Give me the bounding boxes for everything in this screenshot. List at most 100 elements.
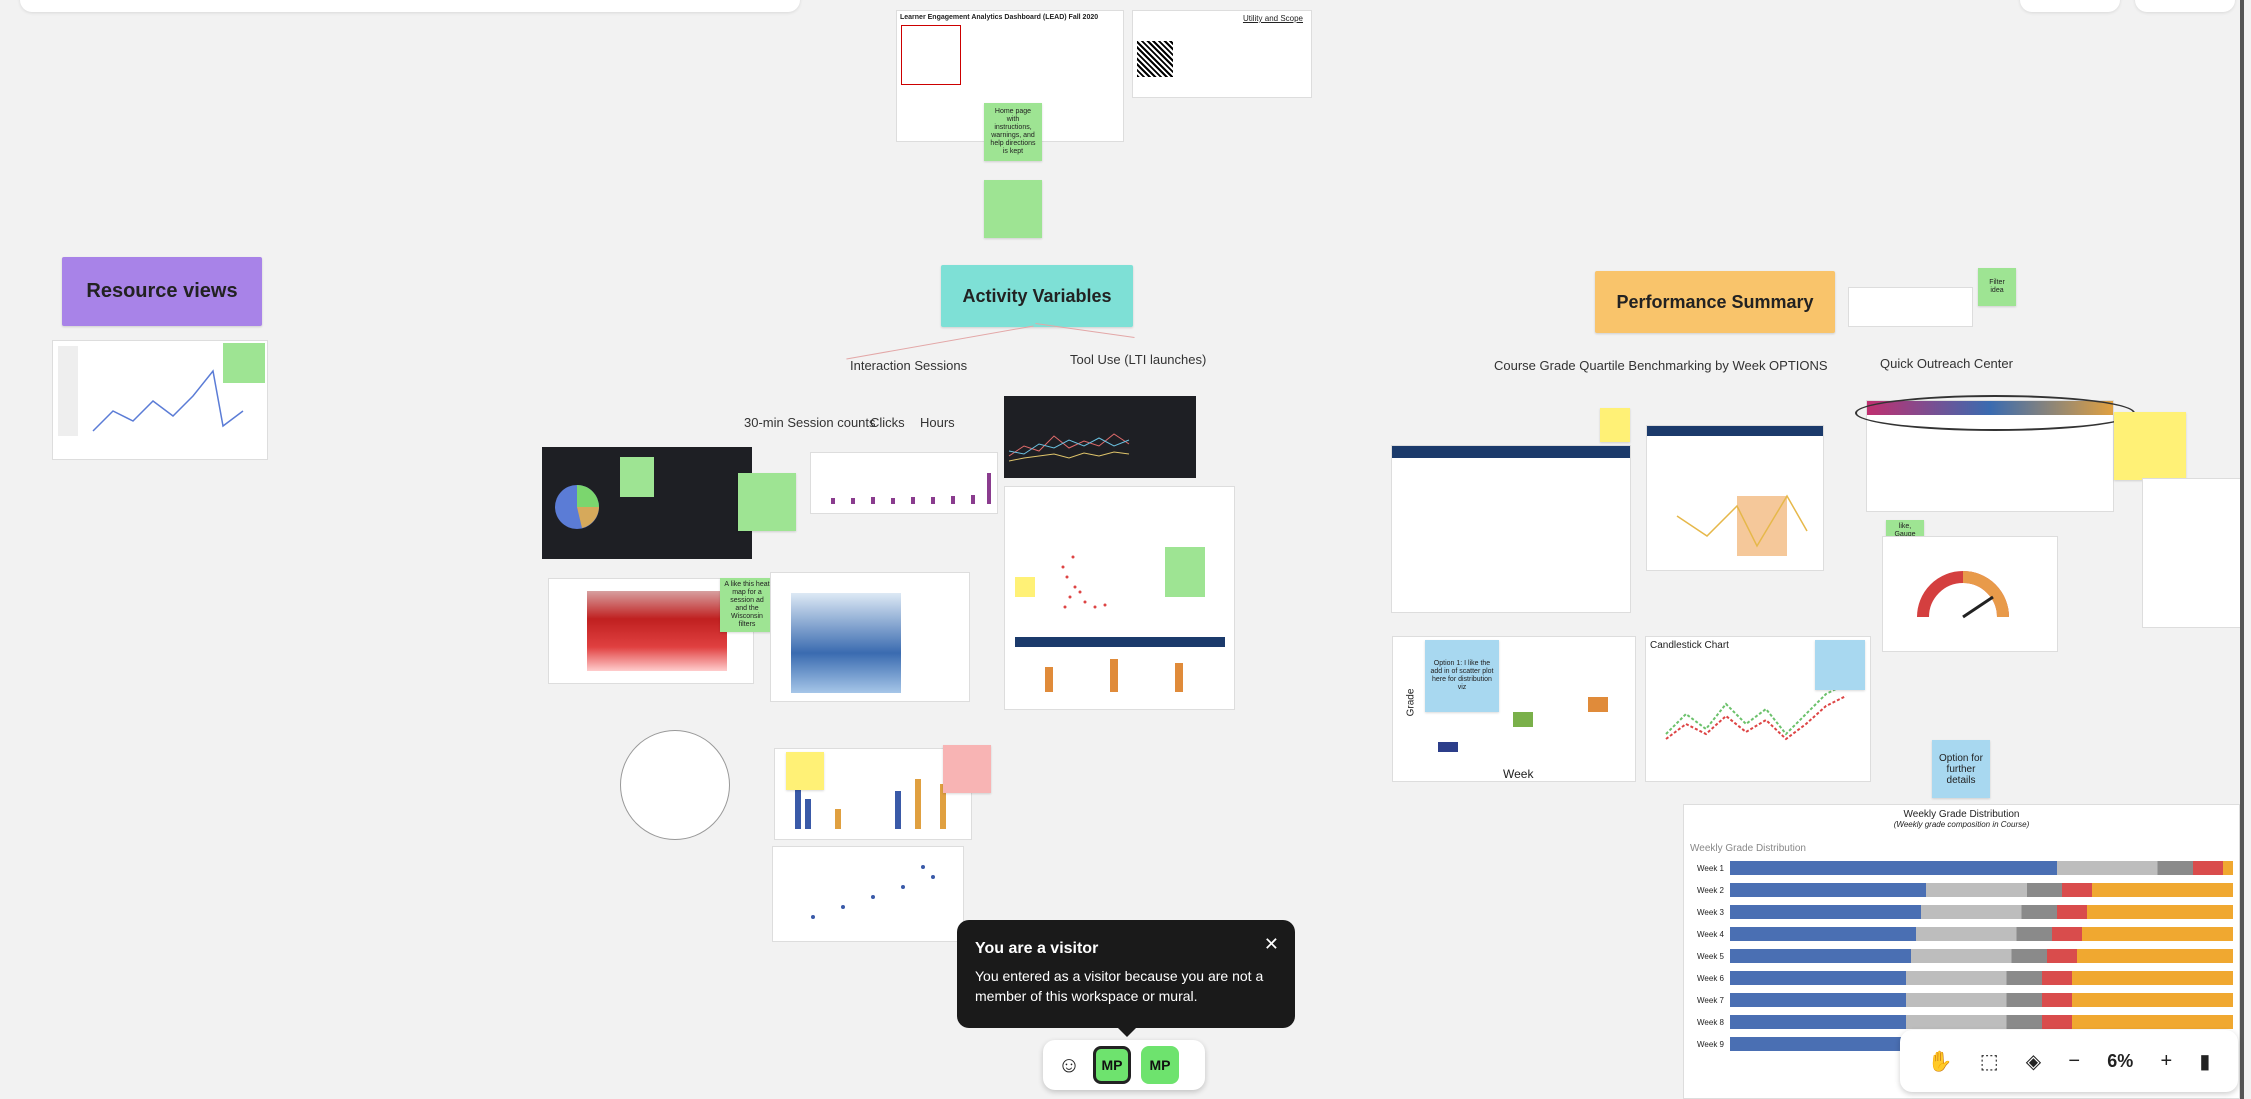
avatar[interactable]: MP xyxy=(1141,1046,1179,1084)
session-counts-label[interactable]: 30-min Session counts xyxy=(744,415,876,430)
multi-line-chart-icon xyxy=(1008,433,1130,462)
grade-dist-bar xyxy=(1730,905,2233,919)
tooltip-title: You are a visitor xyxy=(975,940,1099,957)
grade-axis-label: Grade xyxy=(1405,688,1417,717)
benchmark-area-thumbnail[interactable] xyxy=(1646,425,1824,571)
lead-dashboard-menu xyxy=(901,25,961,85)
sticky-note-7[interactable] xyxy=(2114,412,2186,480)
zoom-level[interactable]: 6% xyxy=(2107,1051,2133,1072)
grade-dist-bar xyxy=(1730,883,2233,897)
benchmark-dashboard-thumbnail[interactable] xyxy=(1391,445,1631,613)
grade-dist-row: Week 2 xyxy=(1690,882,2233,898)
close-icon[interactable]: ✕ xyxy=(1264,934,1279,955)
grade-dist-row-label: Week 7 xyxy=(1697,995,1724,1005)
scatter-dashboard-thumbnail[interactable] xyxy=(1004,486,1235,710)
resource-views-thumbnail[interactable] xyxy=(52,340,268,460)
grade-dist-row-label: Week 2 xyxy=(1697,885,1724,895)
clicks-label[interactable]: Clicks xyxy=(870,415,905,430)
sticky-filter-idea[interactable]: Filter idea xyxy=(1978,268,2016,306)
select-tool-icon[interactable]: ⬚ xyxy=(1980,1049,1999,1074)
collaborator-bar: ☺ MP MP xyxy=(1043,1040,1205,1090)
grade-dist-row: Week 3 xyxy=(1690,904,2233,920)
top-toolbar-right-1 xyxy=(2020,0,2120,12)
hand-tool-icon[interactable]: ✋ xyxy=(1928,1049,1953,1074)
connector-line xyxy=(846,325,1034,360)
grade-dist-row: Week 5 xyxy=(1690,948,2233,964)
utility-scope-thumbnail[interactable]: Utility and Scope xyxy=(1132,10,1312,98)
resource-views-chart-icon xyxy=(58,343,265,436)
sticky-home-page[interactable]: Home page with instructions, warnings, a… xyxy=(984,103,1042,161)
grade-dist-bar xyxy=(1730,1015,2233,1029)
quick-outreach-label[interactable]: Quick Outreach Center xyxy=(1880,356,2013,371)
grade-dist-row: Week 8 xyxy=(1690,1014,2233,1030)
filter-table-thumbnail[interactable] xyxy=(1848,287,1973,327)
sticky-note-8[interactable] xyxy=(1815,640,1865,690)
sticky-note-3[interactable] xyxy=(738,473,796,531)
weekly-grade-dist-label: Weekly Grade Distribution xyxy=(1690,843,1806,854)
hours-label[interactable]: Hours xyxy=(920,415,955,430)
outline-panel-icon[interactable]: ▮ xyxy=(2199,1049,2210,1074)
resource-views-title[interactable]: Resource views xyxy=(62,257,262,326)
avatar[interactable]: MP xyxy=(1093,1046,1131,1084)
lead-dashboard-title: Learner Engagement Analytics Dashboard (… xyxy=(900,14,1099,21)
line-dashboard-thumbnail[interactable] xyxy=(1004,396,1196,478)
grade-dist-bar xyxy=(1730,949,2233,963)
grade-dist-bar xyxy=(1730,861,2233,875)
activity-variables-title[interactable]: Activity Variables xyxy=(941,265,1133,327)
grade-dist-row: Week 6 xyxy=(1690,970,2233,986)
pie-dashboard-thumbnail[interactable] xyxy=(542,447,752,559)
week-axis-label: Week xyxy=(1503,767,1534,781)
visitor-tooltip: You are a visitor You entered as a visit… xyxy=(957,920,1295,1028)
grade-dist-row: Week 7 xyxy=(1690,992,2233,1008)
emoji-reaction-icon[interactable]: ☺ xyxy=(1055,1051,1083,1079)
grade-dist-bar xyxy=(1730,971,2233,985)
canvas-right-edge xyxy=(2240,0,2244,1099)
area-header-bar xyxy=(1647,426,1823,436)
sticky-option-1[interactable]: Option 1: I like the add in of scatter p… xyxy=(1425,640,1499,712)
sticky-note-2[interactable] xyxy=(984,180,1042,238)
tool-use-label[interactable]: Tool Use (LTI launches) xyxy=(1070,352,1206,367)
sticky-note-4[interactable] xyxy=(786,752,824,790)
heatmap-fill xyxy=(587,591,727,671)
qr-code-icon xyxy=(1137,41,1173,77)
sticky-note-6[interactable] xyxy=(1600,408,1630,442)
pie-chart-icon xyxy=(555,457,654,529)
grade-dist-row-label: Week 6 xyxy=(1697,973,1724,983)
tooltip-arrow xyxy=(1117,1027,1137,1037)
sticky-note-5[interactable] xyxy=(943,745,991,793)
interaction-sessions-label[interactable]: Interaction Sessions xyxy=(850,358,967,373)
session-scatter-thumbnail[interactable] xyxy=(772,846,964,942)
outreach-circle-outline xyxy=(1855,395,2135,431)
sticky-option-further[interactable]: Option for further details xyxy=(1932,740,1990,798)
sticky-heat-map[interactable]: A like this heat map for a session ad an… xyxy=(720,578,774,632)
scatter-chart-icon xyxy=(1015,547,1225,692)
grade-dist-row-label: Week 4 xyxy=(1697,929,1724,939)
zoom-out-button[interactable]: − xyxy=(2068,1050,2080,1073)
dot-plot-icon xyxy=(811,865,935,919)
zoom-in-button[interactable]: + xyxy=(2160,1050,2172,1073)
grade-dist-row: Week 1 xyxy=(1690,860,2233,876)
gauge-chart-icon xyxy=(1917,571,2009,619)
gauge-thumbnail[interactable] xyxy=(1882,536,2058,652)
grade-dist-row-label: Week 1 xyxy=(1697,863,1724,873)
purple-bars-chart-icon xyxy=(831,473,991,504)
grade-dist-bar xyxy=(1730,993,2233,1007)
grade-dist-row-label: Week 8 xyxy=(1697,1017,1724,1027)
right-edge-panel-thumbnail[interactable] xyxy=(2142,478,2242,628)
course-activity-heatmap-thumbnail[interactable] xyxy=(770,572,970,702)
grade-dist-row-label: Week 9 xyxy=(1697,1039,1724,1049)
performance-summary-title[interactable]: Performance Summary xyxy=(1595,271,1835,333)
purple-bars-thumbnail[interactable] xyxy=(810,452,998,514)
map-icon[interactable]: ◈ xyxy=(2026,1049,2041,1074)
grade-dist-row-label: Week 3 xyxy=(1697,907,1724,917)
area-chart-icon xyxy=(1676,494,1808,556)
blue-heatmap-fill xyxy=(791,593,901,693)
benchmark-header-bar xyxy=(1392,446,1630,458)
circled-thumbnail[interactable] xyxy=(620,730,730,840)
top-toolbar-right-2 xyxy=(2135,0,2235,12)
zoom-toolbar: ✋ ⬚ ◈ − 6% + ▮ xyxy=(1900,1030,2238,1092)
grade-dist-row-label: Week 5 xyxy=(1697,951,1724,961)
tooltip-body: You entered as a visitor because you are… xyxy=(975,968,1264,1004)
grade-dist-row: Week 4 xyxy=(1690,926,2233,942)
course-grade-quartile-label[interactable]: Course Grade Quartile Benchmarking by We… xyxy=(1494,358,1828,373)
